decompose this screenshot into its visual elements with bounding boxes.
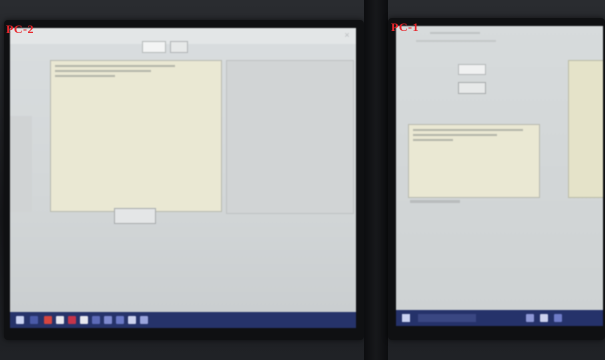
start-icon[interactable] <box>402 314 410 322</box>
monitor-pc1: PC-1 <box>388 18 605 340</box>
text-line <box>413 134 497 136</box>
app-icon[interactable] <box>116 316 124 324</box>
start-icon[interactable] <box>16 316 24 324</box>
text-line <box>55 75 115 77</box>
message-textarea[interactable] <box>408 124 540 198</box>
listen-button[interactable] <box>458 82 486 94</box>
text-line <box>55 70 151 72</box>
taskbar-pc2 <box>10 312 356 328</box>
pc1-label: PC-1 <box>391 20 419 34</box>
window-title <box>430 32 480 34</box>
pc2-label: PC-2 <box>6 22 34 36</box>
taskbar-pc1 <box>396 310 603 326</box>
port-input[interactable] <box>458 64 486 75</box>
window-subtitle <box>416 40 496 42</box>
app-icon[interactable] <box>104 316 112 324</box>
status-text <box>410 200 460 203</box>
text-line <box>413 139 453 141</box>
app-icon[interactable] <box>80 316 88 324</box>
connect-button[interactable] <box>170 41 188 53</box>
monitor-pc2: × PC-2 <box>4 20 364 340</box>
screen-pc2: × <box>10 28 356 328</box>
app-icon[interactable] <box>554 314 562 322</box>
send-button[interactable] <box>114 208 156 224</box>
search-icon[interactable] <box>30 316 38 324</box>
side-panel <box>226 60 354 214</box>
app-icon[interactable] <box>92 316 100 324</box>
app-icon[interactable] <box>140 316 148 324</box>
app-icon[interactable] <box>526 314 534 322</box>
monitor-gap <box>364 0 388 360</box>
text-line <box>413 129 523 131</box>
side-panel <box>568 60 603 198</box>
left-edge-panel <box>10 116 32 212</box>
app-icon[interactable] <box>56 316 64 324</box>
ip-input[interactable] <box>142 41 166 53</box>
message-textarea[interactable] <box>50 60 222 212</box>
app-icon[interactable] <box>128 316 136 324</box>
app-icon[interactable] <box>540 314 548 322</box>
screen-pc1 <box>396 26 603 326</box>
text-line <box>55 65 175 67</box>
close-icon[interactable]: × <box>342 30 352 40</box>
app-icon[interactable] <box>44 316 52 324</box>
search-input[interactable] <box>418 314 476 322</box>
app-icon[interactable] <box>68 316 76 324</box>
